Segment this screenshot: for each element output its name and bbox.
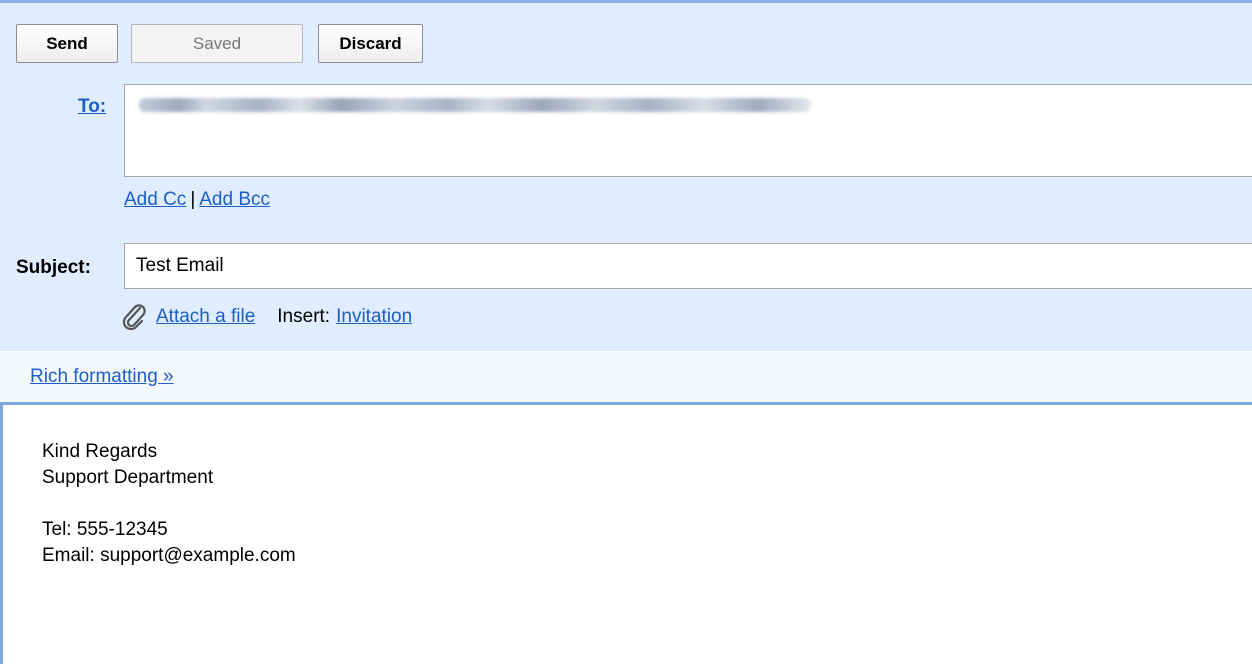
body-text: Kind Regards Support Department Tel: 555… — [42, 439, 296, 569]
send-button[interactable]: Send — [16, 24, 118, 63]
invitation-link[interactable]: Invitation — [336, 306, 412, 328]
subject-value: Test Email — [136, 255, 224, 276]
subject-label: Subject: — [16, 257, 91, 278]
body-line — [42, 491, 296, 517]
message-body[interactable]: Kind Regards Support Department Tel: 555… — [0, 402, 1252, 664]
body-line: Support Department — [42, 467, 214, 488]
paperclip-icon — [122, 304, 146, 331]
redacted-recipients — [139, 98, 811, 112]
cc-bcc-row: Add Cc | Add Bcc — [124, 189, 270, 211]
body-line: Email: support@example.com — [42, 545, 296, 566]
attach-file-link[interactable]: Attach a file — [156, 306, 255, 328]
body-line: Tel: 555-12345 — [42, 519, 168, 540]
insert-label: Insert: — [277, 306, 331, 327]
to-field[interactable] — [124, 84, 1252, 177]
attach-row: Attach a file Insert: Invitation — [122, 303, 412, 331]
discard-button[interactable]: Discard — [318, 24, 423, 63]
add-bcc-link[interactable]: Add Bcc — [199, 189, 270, 210]
saved-button: Saved — [131, 24, 303, 63]
body-line: Kind Regards — [42, 441, 158, 462]
rich-formatting-link[interactable]: Rich formatting » — [30, 366, 174, 388]
compose-header: Send Saved Discard To: Add Cc | Add Bcc Su… — [0, 0, 1252, 350]
to-link[interactable]: To: — [78, 96, 106, 118]
add-cc-link[interactable]: Add Cc — [124, 189, 186, 210]
formatting-bar: Rich formatting » — [0, 350, 1252, 402]
subject-input[interactable]: Test Email — [124, 243, 1252, 289]
cc-separator: | — [190, 189, 196, 210]
